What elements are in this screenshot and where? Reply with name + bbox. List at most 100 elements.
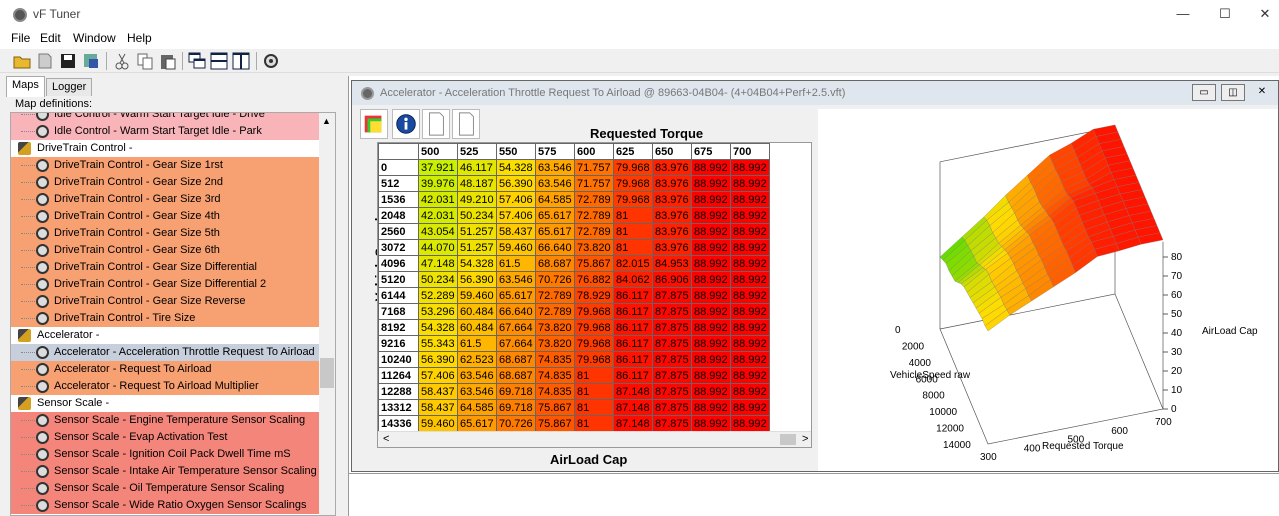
scroll-up-icon[interactable]: ▲ (322, 116, 331, 126)
row-header[interactable]: 10240 (378, 351, 419, 368)
column-header[interactable]: 500 (418, 143, 458, 160)
table-cell[interactable]: 88.992 (691, 319, 731, 336)
tab-maps[interactable]: Maps (6, 76, 45, 97)
table-cell[interactable]: 87.875 (652, 303, 692, 320)
tree-item[interactable]: DriveTrain Control - Gear Size 6th (11, 242, 321, 259)
tree-item[interactable]: Sensor Scale - Wide Ratio Oxygen Sensor … (11, 497, 321, 514)
table-cell[interactable]: 79.968 (613, 191, 653, 208)
table-cell[interactable]: 74.835 (535, 367, 575, 384)
row-header[interactable]: 2560 (378, 223, 419, 240)
table-cell[interactable]: 87.875 (652, 383, 692, 400)
table-cell[interactable]: 88.992 (691, 367, 731, 384)
horizontal-scrollbar[interactable]: < > (378, 431, 811, 447)
table-cell[interactable]: 88.992 (730, 287, 770, 304)
scroll-left-icon[interactable]: < (383, 433, 389, 445)
document-icon-2[interactable] (452, 109, 480, 139)
surface-plot-svg[interactable]: 0102030405060708030040050060070002000400… (818, 109, 1278, 471)
table-cell[interactable]: 88.992 (691, 255, 731, 272)
table-cell[interactable]: 88.992 (730, 399, 770, 416)
table-cell[interactable]: 37.921 (418, 159, 458, 176)
tree-item[interactable]: DriveTrain Control - Gear Size 5th (11, 225, 321, 242)
table-cell[interactable]: 60.484 (457, 319, 497, 336)
settings-gear-icon[interactable] (261, 51, 281, 71)
table-cell[interactable]: 88.992 (691, 415, 731, 432)
table-cell[interactable]: 58.437 (418, 383, 458, 400)
table-cell[interactable]: 42.031 (418, 207, 458, 224)
table-cell[interactable]: 86.117 (613, 303, 653, 320)
table-cell[interactable]: 88.992 (730, 255, 770, 272)
table-cell[interactable]: 88.992 (730, 239, 770, 256)
table-cell[interactable]: 68.687 (535, 255, 575, 272)
table-cell[interactable]: 54.328 (496, 159, 536, 176)
table-cell[interactable]: 87.875 (652, 287, 692, 304)
row-header[interactable]: 0 (378, 159, 419, 176)
row-header[interactable]: 9216 (378, 335, 419, 352)
table-cell[interactable]: 42.031 (418, 191, 458, 208)
menu-edit[interactable]: Edit (40, 31, 61, 45)
table-cell[interactable]: 58.437 (418, 399, 458, 416)
table-cell[interactable]: 81 (574, 367, 614, 384)
table-cell[interactable]: 88.992 (691, 383, 731, 400)
table-cell[interactable]: 88.992 (691, 239, 731, 256)
table-cell[interactable]: 60.484 (457, 303, 497, 320)
table-cell[interactable]: 63.546 (457, 367, 497, 384)
table-cell[interactable]: 81 (574, 415, 614, 432)
table-cell[interactable]: 88.992 (730, 175, 770, 192)
row-header[interactable]: 8192 (378, 319, 419, 336)
table-cell[interactable]: 69.718 (496, 399, 536, 416)
table-cell[interactable]: 86.117 (613, 351, 653, 368)
table-cell[interactable]: 88.992 (730, 415, 770, 432)
table-cell[interactable]: 58.437 (496, 223, 536, 240)
table-cell[interactable]: 71.757 (574, 175, 614, 192)
table-cell[interactable]: 87.875 (652, 415, 692, 432)
table-cell[interactable]: 57.406 (496, 207, 536, 224)
column-header[interactable]: 525 (457, 143, 497, 160)
table-cell[interactable]: 50.234 (418, 271, 458, 288)
column-header[interactable]: 600 (574, 143, 614, 160)
table-cell[interactable]: 61.5 (496, 255, 536, 272)
open-folder-icon[interactable] (12, 51, 32, 71)
table-cell[interactable]: 65.617 (535, 223, 575, 240)
table-cell[interactable]: 75.867 (574, 255, 614, 272)
table-cell[interactable]: 57.406 (496, 191, 536, 208)
child-close-button[interactable]: ✕ (1250, 84, 1274, 101)
row-header[interactable]: 5120 (378, 271, 419, 288)
table-cell[interactable]: 56.390 (457, 271, 497, 288)
table-cell[interactable]: 83.976 (652, 239, 692, 256)
table-cell[interactable]: 50.234 (457, 207, 497, 224)
row-header[interactable]: 11264 (378, 367, 419, 384)
table-cell[interactable]: 88.992 (730, 319, 770, 336)
row-header[interactable]: 1536 (378, 191, 419, 208)
table-cell[interactable]: 57.406 (418, 367, 458, 384)
tree-item[interactable]: DriveTrain Control - Tire Size (11, 310, 321, 327)
row-header[interactable]: 4096 (378, 255, 419, 272)
table-cell[interactable]: 72.789 (535, 287, 575, 304)
table-cell[interactable]: 88.992 (691, 303, 731, 320)
table-cell[interactable]: 73.820 (535, 319, 575, 336)
open-file-icon[interactable] (35, 51, 55, 71)
table-cell[interactable]: 79.968 (613, 175, 653, 192)
table-cell[interactable]: 83.976 (652, 159, 692, 176)
table-cell[interactable]: 83.976 (652, 223, 692, 240)
table-cell[interactable]: 88.992 (730, 367, 770, 384)
color-palette-icon[interactable] (360, 109, 388, 139)
table-cell[interactable]: 48.187 (457, 175, 497, 192)
tree-item[interactable]: Sensor Scale - Evap Activation Test (11, 429, 321, 446)
table-cell[interactable]: 54.328 (457, 255, 497, 272)
table-cell[interactable]: 76.882 (574, 271, 614, 288)
column-header[interactable]: 575 (535, 143, 575, 160)
info-icon[interactable] (392, 109, 420, 139)
table-cell[interactable]: 87.875 (652, 367, 692, 384)
table-cell[interactable]: 88.992 (730, 303, 770, 320)
paste-icon[interactable] (158, 51, 178, 71)
table-cell[interactable]: 88.992 (730, 159, 770, 176)
table-cell[interactable]: 63.546 (535, 159, 575, 176)
document-icon[interactable] (422, 109, 450, 139)
table-cell[interactable]: 83.976 (652, 191, 692, 208)
tree-item[interactable]: DriveTrain Control - Gear Size Different… (11, 259, 321, 276)
save-icon[interactable] (58, 51, 78, 71)
table-cell[interactable]: 88.992 (691, 207, 731, 224)
table-cell[interactable]: 65.617 (535, 207, 575, 224)
tree-item[interactable]: Accelerator - Request To Airload (11, 361, 321, 378)
table-cell[interactable]: 59.460 (418, 415, 458, 432)
